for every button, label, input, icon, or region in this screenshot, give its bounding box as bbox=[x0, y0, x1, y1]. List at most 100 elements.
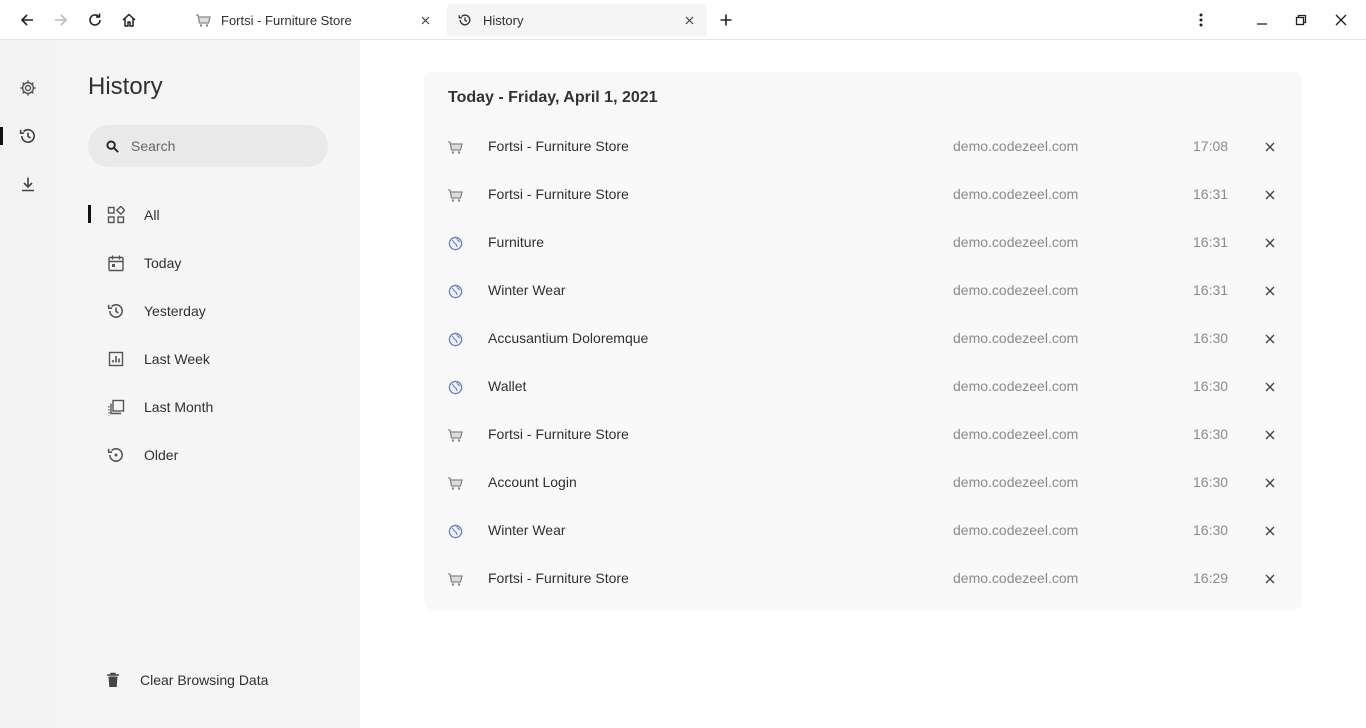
remove-entry-button[interactable] bbox=[1260, 139, 1280, 155]
remove-entry-button[interactable] bbox=[1260, 523, 1280, 539]
library-icon bbox=[106, 397, 126, 417]
history-row-title[interactable]: Winter Wear bbox=[488, 282, 566, 298]
nav-item-today[interactable]: Today bbox=[88, 245, 328, 281]
nav-item-yesterday[interactable]: Yesterday bbox=[88, 293, 328, 329]
remove-entry-button[interactable] bbox=[1260, 427, 1280, 443]
rail-item-downloads[interactable] bbox=[0, 168, 56, 200]
remove-entry-button[interactable] bbox=[1260, 235, 1280, 251]
browser-toolbar: Fortsi - Furniture Store History bbox=[0, 0, 1366, 40]
tab-close-button[interactable] bbox=[681, 12, 697, 28]
history-row-title[interactable]: Fortsi - Furniture Store bbox=[488, 186, 629, 202]
close-icon bbox=[1265, 574, 1275, 584]
tab-label: History bbox=[483, 12, 524, 28]
tab-close-button[interactable] bbox=[417, 12, 433, 28]
globe-icon bbox=[447, 379, 463, 395]
nav-item-label: Older bbox=[144, 447, 179, 463]
cart-icon bbox=[195, 12, 211, 28]
remove-entry-button[interactable] bbox=[1260, 187, 1280, 203]
history-row-title[interactable]: Winter Wear bbox=[488, 522, 566, 538]
clear-browsing-data-button[interactable]: Clear Browsing Data bbox=[106, 662, 268, 698]
nav-item-last-week[interactable]: Last Week bbox=[88, 341, 328, 377]
history-row-title[interactable]: Account Login bbox=[488, 474, 577, 490]
rail-item-history[interactable] bbox=[0, 120, 56, 152]
history-row[interactable]: Account Login demo.codezeel.com 16:30 bbox=[424, 459, 1302, 507]
trash-icon bbox=[107, 672, 119, 687]
history-row-title[interactable]: Wallet bbox=[488, 378, 526, 394]
tab-history[interactable]: History bbox=[447, 4, 707, 36]
history-row[interactable]: Fortsi - Furniture Store demo.codezeel.co… bbox=[424, 123, 1302, 171]
home-button[interactable] bbox=[115, 6, 143, 34]
browser-menu-button[interactable] bbox=[1187, 6, 1215, 34]
history-row-title[interactable]: Furniture bbox=[488, 234, 544, 250]
history-row-time: 16:30 bbox=[1193, 474, 1229, 490]
history-row-title[interactable]: Fortsi - Furniture Store bbox=[488, 426, 629, 442]
history-row-time: 16:30 bbox=[1193, 378, 1229, 394]
close-icon bbox=[685, 16, 693, 24]
download-icon bbox=[22, 177, 34, 192]
remove-entry-button[interactable] bbox=[1260, 283, 1280, 299]
globe-icon bbox=[447, 523, 463, 539]
nav-item-label: Today bbox=[144, 255, 182, 271]
close-icon bbox=[1265, 478, 1275, 488]
history-row[interactable]: Wallet demo.codezeel.com 16:30 bbox=[424, 363, 1302, 411]
history-row-time: 16:31 bbox=[1193, 282, 1229, 298]
history-row-domain: demo.codezeel.com bbox=[953, 282, 1079, 298]
history-row-time: 16:30 bbox=[1193, 426, 1229, 442]
history-row[interactable]: Fortsi - Furniture Store demo.codezeel.co… bbox=[424, 555, 1302, 603]
globe-icon bbox=[447, 331, 463, 347]
restore-icon bbox=[1295, 14, 1307, 26]
remove-entry-button[interactable] bbox=[1260, 571, 1280, 587]
cart-icon bbox=[447, 187, 463, 203]
history-row[interactable]: Furniture demo.codezeel.com 16:31 bbox=[424, 219, 1302, 267]
reload-button[interactable] bbox=[81, 6, 109, 34]
history-row[interactable]: Winter Wear demo.codezeel.com 16:31 bbox=[424, 267, 1302, 315]
remove-entry-button[interactable] bbox=[1260, 475, 1280, 491]
history-icon bbox=[106, 301, 126, 321]
forward-button[interactable] bbox=[47, 6, 75, 34]
history-row-title[interactable]: Fortsi - Furniture Store bbox=[488, 138, 629, 154]
close-icon bbox=[1265, 526, 1275, 536]
history-row[interactable]: Fortsi - Furniture Store demo.codezeel.co… bbox=[424, 411, 1302, 459]
history-row-time: 16:29 bbox=[1193, 570, 1229, 586]
history-row[interactable]: Fortsi - Furniture Store demo.codezeel.co… bbox=[424, 171, 1302, 219]
reload-icon bbox=[89, 13, 101, 26]
close-icon bbox=[1265, 142, 1275, 152]
history-row[interactable]: Winter Wear demo.codezeel.com 16:30 bbox=[424, 507, 1302, 555]
history-row-time: 16:30 bbox=[1193, 522, 1229, 538]
nav-item-all[interactable]: All bbox=[88, 197, 328, 233]
history-row[interactable]: Accusantium Doloremque demo.codezeel.com 1… bbox=[424, 315, 1302, 363]
plus-icon bbox=[720, 14, 732, 26]
close-icon bbox=[1265, 382, 1275, 392]
window-close-button[interactable] bbox=[1327, 6, 1355, 34]
nav-item-last-month[interactable]: Last Month bbox=[88, 389, 328, 425]
remove-entry-button[interactable] bbox=[1260, 331, 1280, 347]
rail-item-settings[interactable] bbox=[0, 72, 56, 104]
search-input[interactable] bbox=[131, 138, 311, 154]
history-icon bbox=[457, 12, 473, 28]
minimize-button[interactable] bbox=[1248, 6, 1276, 34]
nav-item-label: Yesterday bbox=[144, 303, 206, 319]
history-row-domain: demo.codezeel.com bbox=[953, 138, 1079, 154]
history-row-time: 16:30 bbox=[1193, 330, 1229, 346]
new-tab-button[interactable] bbox=[712, 6, 740, 34]
restore-button[interactable] bbox=[1287, 6, 1315, 34]
history-row-domain: demo.codezeel.com bbox=[953, 330, 1079, 346]
history-row-domain: demo.codezeel.com bbox=[953, 426, 1079, 442]
search-box[interactable] bbox=[88, 125, 328, 167]
nav-item-older[interactable]: Older bbox=[88, 437, 328, 473]
history-icon bbox=[19, 129, 36, 143]
history-row-title[interactable]: Accusantium Doloremque bbox=[488, 330, 648, 346]
clear-browsing-data-label: Clear Browsing Data bbox=[140, 672, 269, 688]
chart-icon bbox=[106, 349, 126, 369]
back-button[interactable] bbox=[13, 6, 41, 34]
tab-fortsi[interactable]: Fortsi - Furniture Store bbox=[185, 4, 443, 36]
close-icon bbox=[1265, 430, 1275, 440]
history-row-title[interactable]: Fortsi - Furniture Store bbox=[488, 570, 629, 586]
remove-entry-button[interactable] bbox=[1260, 379, 1280, 395]
close-icon bbox=[421, 16, 429, 24]
history-row-domain: demo.codezeel.com bbox=[953, 522, 1079, 538]
nav-item-label: All bbox=[144, 207, 160, 223]
gear-icon bbox=[20, 80, 36, 96]
history-sidebar: History All Today Yesterday Last Week La… bbox=[56, 40, 360, 728]
history-row-time: 16:31 bbox=[1193, 234, 1229, 250]
